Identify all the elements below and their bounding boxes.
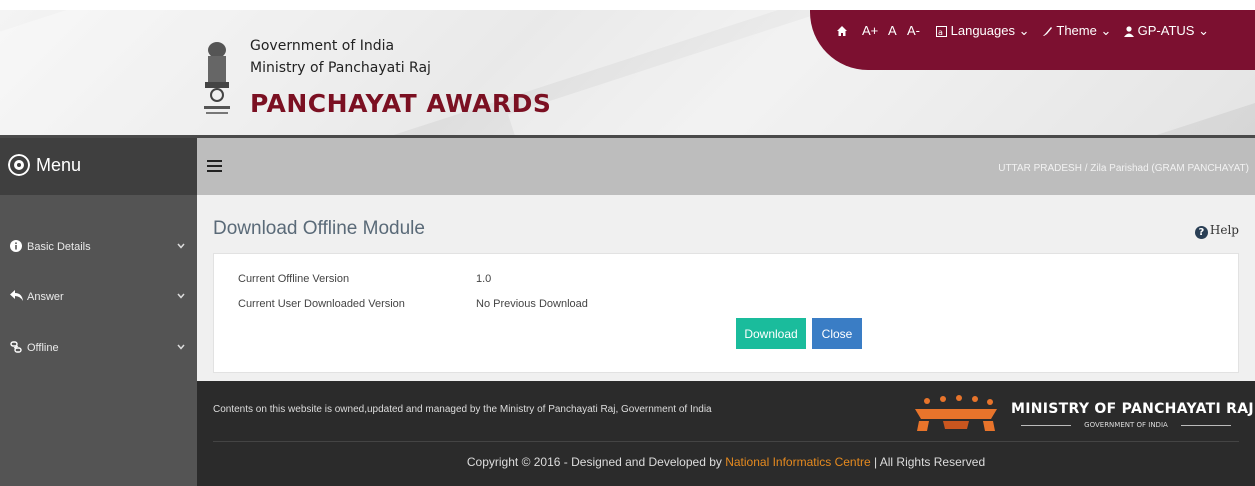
- copyright-prefix: Copyright © 2016 - Designed and Develope…: [466, 455, 726, 469]
- svg-text:a: a: [938, 28, 943, 37]
- page-title: Download Offline Module: [213, 218, 425, 239]
- chevron-down-icon: ⌄: [1198, 23, 1209, 38]
- copyright-text: Copyright © 2016 - Designed and Develope…: [197, 455, 1255, 469]
- offline-version-label: Current Offline Version: [238, 273, 350, 285]
- chevron-down-icon: ⌄: [1100, 23, 1112, 38]
- close-button[interactable]: Close: [812, 318, 862, 349]
- help-label: Help: [1209, 223, 1239, 237]
- breadcrumb: UTTAR PRADESH / Zila Parishad (GRAM PANC…: [998, 163, 1249, 174]
- downloaded-version-label: Current User Downloaded Version: [238, 298, 405, 310]
- national-emblem-icon: [204, 42, 230, 114]
- ministry-logo-icon: [915, 395, 997, 431]
- downloaded-version-value: No Previous Download: [476, 298, 588, 310]
- top-toolbar: A+ A A- a Languages ⌄ Theme ⌄ GP-ATUS ⌄: [810, 10, 1255, 70]
- reply-icon: [10, 290, 23, 301]
- sidebar-item-label: Basic Details: [27, 241, 91, 253]
- ministry-name: MINISTRY OF PANCHAYATI RAJ: [1011, 401, 1254, 417]
- ministry-label: Ministry of Panchayati Raj: [250, 60, 431, 76]
- ownership-text: Contents on this website is owned,update…: [213, 404, 712, 415]
- site-footer: Contents on this website is owned,update…: [197, 381, 1255, 486]
- main-content: Download Offline Module ? Help Current Of…: [197, 195, 1255, 381]
- sidebar-item-offline[interactable]: Offline: [0, 334, 197, 364]
- sidebar-item-label: Offline: [27, 342, 59, 354]
- offline-version-value: 1.0: [476, 273, 492, 285]
- ministry-subtitle: GOVERNMENT OF INDIA: [1011, 421, 1241, 429]
- sidebar-header[interactable]: Menu: [0, 138, 197, 195]
- chain-icon: [10, 341, 22, 353]
- info-circle-icon: [10, 240, 22, 252]
- font-normal-button[interactable]: A: [888, 23, 897, 38]
- language-icon: a: [936, 26, 947, 37]
- chevron-down-icon: [177, 293, 185, 299]
- font-decrease-button[interactable]: A-: [907, 23, 920, 38]
- content-toolbar: UTTAR PRADESH / Zila Parishad (GRAM PANC…: [197, 138, 1255, 195]
- sidebar-item-label: Answer: [27, 291, 64, 303]
- sidebar-item-basic-details[interactable]: Basic Details: [0, 233, 197, 263]
- site-brand: PANCHAYAT AWARDS: [250, 89, 552, 118]
- footer-divider: [213, 441, 1239, 442]
- chevron-down-icon: ⌄: [1018, 23, 1030, 38]
- sidebar-item-answer[interactable]: Answer: [0, 283, 197, 313]
- gear-icon: [8, 154, 30, 176]
- chevron-down-icon: [177, 243, 185, 249]
- copyright-suffix: | All Rights Reserved: [870, 455, 986, 469]
- theme-label: Theme: [1056, 23, 1097, 38]
- offline-module-card: Current Offline Version 1.0 Current User…: [213, 253, 1239, 373]
- theme-dropdown[interactable]: Theme ⌄: [1042, 23, 1111, 39]
- languages-dropdown[interactable]: a Languages ⌄: [936, 23, 1030, 39]
- home-icon[interactable]: [836, 23, 848, 38]
- brush-icon: [1043, 27, 1052, 36]
- user-dropdown[interactable]: GP-ATUS ⌄: [1124, 23, 1209, 39]
- help-link[interactable]: ? Help: [1194, 223, 1239, 239]
- hamburger-menu-icon[interactable]: [207, 160, 222, 172]
- question-circle-icon: ?: [1194, 226, 1208, 239]
- user-label: GP-ATUS: [1137, 23, 1195, 38]
- user-icon: [1124, 26, 1134, 37]
- site-header: Government of India Ministry of Panchaya…: [0, 10, 1255, 138]
- download-button[interactable]: Download: [736, 318, 806, 349]
- font-increase-button[interactable]: A+: [862, 23, 878, 38]
- languages-label: Languages: [950, 23, 1015, 38]
- sidebar: Menu Basic Details Answer Offline: [0, 138, 197, 486]
- chevron-down-icon: [177, 344, 185, 350]
- sidebar-title: Menu: [36, 155, 82, 175]
- government-label: Government of India: [250, 38, 395, 54]
- nic-link[interactable]: National Informatics Centre: [725, 455, 870, 469]
